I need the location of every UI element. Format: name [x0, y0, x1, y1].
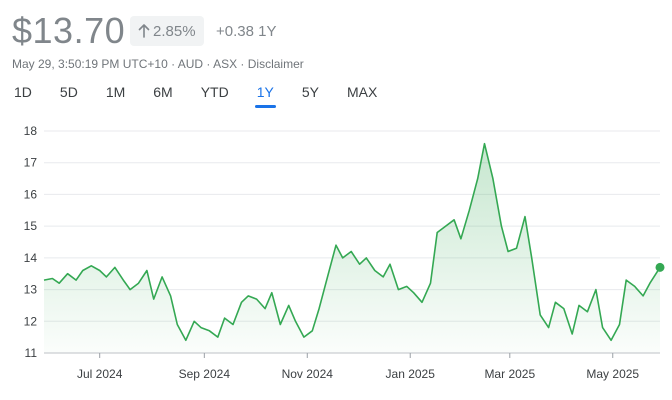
x-tick-label: Jan 2025	[386, 367, 436, 381]
current-price: $13.70	[12, 10, 126, 51]
range-tab-1y[interactable]: 1Y	[254, 82, 276, 108]
x-tick-label: Mar 2025	[484, 367, 535, 381]
change-percent-badge: 2.85%	[130, 16, 204, 46]
x-tick-label: May 2025	[586, 367, 639, 381]
x-tick-label: Sep 2024	[179, 367, 231, 381]
current-price-dot	[655, 262, 665, 272]
x-axis-ticks: Jul 2024 Sep 2024 Nov 2024 Jan 2025 Mar 2025…	[77, 353, 639, 381]
range-tab-5y[interactable]: 5Y	[300, 82, 321, 108]
change-absolute: +0.38 1Y	[216, 23, 277, 40]
x-tick-label: Jul 2024	[77, 367, 123, 381]
y-axis-ticks: 11 12 13 14 15 16 17 18	[24, 124, 38, 360]
range-tab-6m[interactable]: 6M	[151, 82, 174, 108]
time-range-tabs: 1D 5D 1M 6M YTD 1Y 5Y MAX	[12, 82, 403, 108]
range-tab-5d[interactable]: 5D	[58, 82, 80, 108]
y-tick-label: 17	[24, 156, 38, 170]
x-tick-label: Nov 2024	[282, 367, 334, 381]
range-tab-1d[interactable]: 1D	[12, 82, 34, 108]
arrow-up-icon	[138, 24, 150, 38]
y-tick-label: 18	[24, 124, 38, 138]
quote-meta: May 29, 3:50:19 PM UTC+10 · AUD · ASX · …	[12, 57, 304, 71]
range-tab-max[interactable]: MAX	[345, 82, 379, 108]
y-tick-label: 16	[24, 187, 38, 201]
range-tab-1m[interactable]: 1M	[104, 82, 127, 108]
y-tick-label: 13	[24, 283, 38, 297]
change-percent: 2.85%	[153, 22, 196, 40]
y-tick-label: 14	[24, 251, 38, 265]
y-tick-label: 15	[24, 219, 38, 233]
y-tick-label: 12	[24, 314, 38, 328]
range-tab-ytd[interactable]: YTD	[199, 82, 231, 108]
y-tick-label: 11	[25, 346, 38, 360]
